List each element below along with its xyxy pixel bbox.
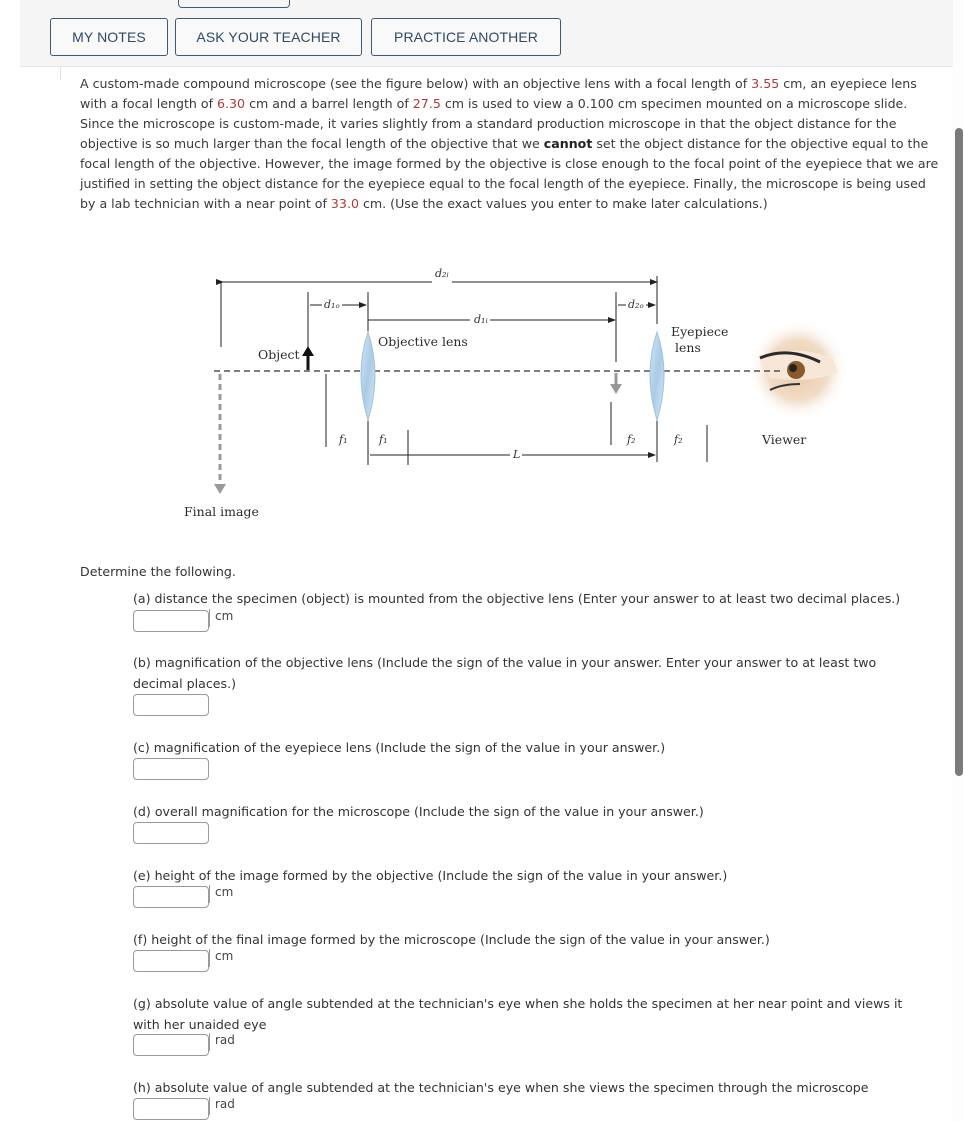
practice-another-button[interactable]: PRACTICE ANOTHER	[371, 18, 561, 56]
answer-d-input[interactable]	[133, 822, 209, 844]
final-image-arrow-icon	[214, 374, 226, 494]
question-e: (e) height of the image formed by the ob…	[133, 868, 728, 883]
answer-c	[133, 758, 209, 780]
scrollbar-thumb[interactable]	[955, 128, 963, 776]
question-toolbar: MY NOTES ASK YOUR TEACHER PRACTICE ANOTH…	[20, 0, 954, 67]
f2-label: f₂	[672, 433, 685, 446]
problem-text: cm and a barrel length of	[245, 96, 413, 111]
eye-icon	[748, 320, 848, 420]
d2i-label: d₂ᵢ	[433, 267, 451, 280]
viewer-label: Viewer	[762, 432, 807, 447]
objective-focal-length: 3.55	[751, 76, 780, 91]
d1o-label: d₁ₒ	[322, 298, 342, 311]
question-g: (g) absolute value of angle subtended at…	[133, 996, 903, 1032]
problem-text: cm. (Use the exact values you enter to m…	[358, 196, 768, 211]
d2o-label: d₂ₒ	[626, 298, 646, 311]
instructions: Determine the following.	[80, 564, 236, 579]
answer-g-input[interactable]	[133, 1034, 209, 1056]
answer-g: rad	[133, 1033, 235, 1056]
unit-label: rad	[209, 1097, 235, 1115]
objective-lens-label: Objective lens	[378, 334, 468, 349]
answer-e-input[interactable]	[133, 886, 209, 908]
answer-d	[133, 822, 209, 844]
answer-c-input[interactable]	[133, 758, 209, 780]
eyepiece-lens-label: Eyepiece	[671, 324, 729, 339]
answer-a: cm	[133, 609, 233, 632]
previous-button-edge[interactable]	[178, 0, 290, 8]
problem-text: A custom-made compound microscope (see t…	[80, 76, 752, 91]
f2-label: f₂	[625, 433, 638, 446]
answer-b-input[interactable]	[133, 694, 209, 716]
ask-your-teacher-button[interactable]: ASK YOUR TEACHER	[175, 18, 362, 56]
answer-h-input[interactable]	[133, 1098, 209, 1120]
eyepiece-lens-icon	[649, 330, 665, 422]
question-f: (f) height of the final image formed by …	[133, 932, 770, 947]
unit-label: cm	[209, 609, 233, 627]
question-h: (h) absolute value of angle subtended at…	[133, 1080, 869, 1095]
object-label: Object	[258, 347, 300, 362]
intermediate-image-arrow-icon	[610, 373, 622, 394]
question-c: (c) magnification of the eyepiece lens (…	[133, 740, 666, 755]
answer-f: cm	[133, 949, 233, 972]
f1-label: f₁	[377, 433, 390, 446]
unit-label: cm	[209, 949, 233, 967]
objective-lens-icon	[360, 330, 376, 422]
answer-b	[133, 694, 209, 716]
barrel-length: 27.5	[412, 96, 441, 111]
emphasis-text: cannot	[543, 136, 593, 151]
unit-label: rad	[209, 1033, 235, 1051]
L-label: L	[511, 448, 523, 461]
f1-label: f₁	[337, 433, 350, 446]
problem-statement: A custom-made compound microscope (see t…	[80, 74, 940, 214]
figure-drawing	[214, 276, 848, 494]
d1i-label: d₁ᵢ	[472, 313, 490, 326]
my-notes-button[interactable]: MY NOTES	[50, 18, 168, 56]
question-d: (d) overall magnification for the micros…	[133, 804, 704, 819]
final-image-label: Final image	[184, 504, 259, 519]
answer-f-input[interactable]	[133, 950, 209, 972]
answer-a-input[interactable]	[133, 610, 209, 632]
unit-label: cm	[209, 885, 233, 903]
question-a: (a) distance the specimen (object) is mo…	[133, 591, 901, 606]
answer-h: rad	[133, 1097, 235, 1120]
answer-e: cm	[133, 885, 233, 908]
divider	[60, 66, 61, 80]
eyepiece-lens-label: lens	[675, 340, 701, 355]
eyepiece-focal-length: 6.30	[217, 96, 246, 111]
near-point: 33.0	[330, 196, 359, 211]
question-b: (b) magnification of the objective lens …	[133, 655, 877, 691]
microscope-figure: d₂ᵢ d₁ₒ d₁ᵢ d₂ₒ f₁ f₁ f₂ f₂ L Object Obj…	[170, 262, 870, 532]
object-arrow-icon	[302, 346, 314, 370]
